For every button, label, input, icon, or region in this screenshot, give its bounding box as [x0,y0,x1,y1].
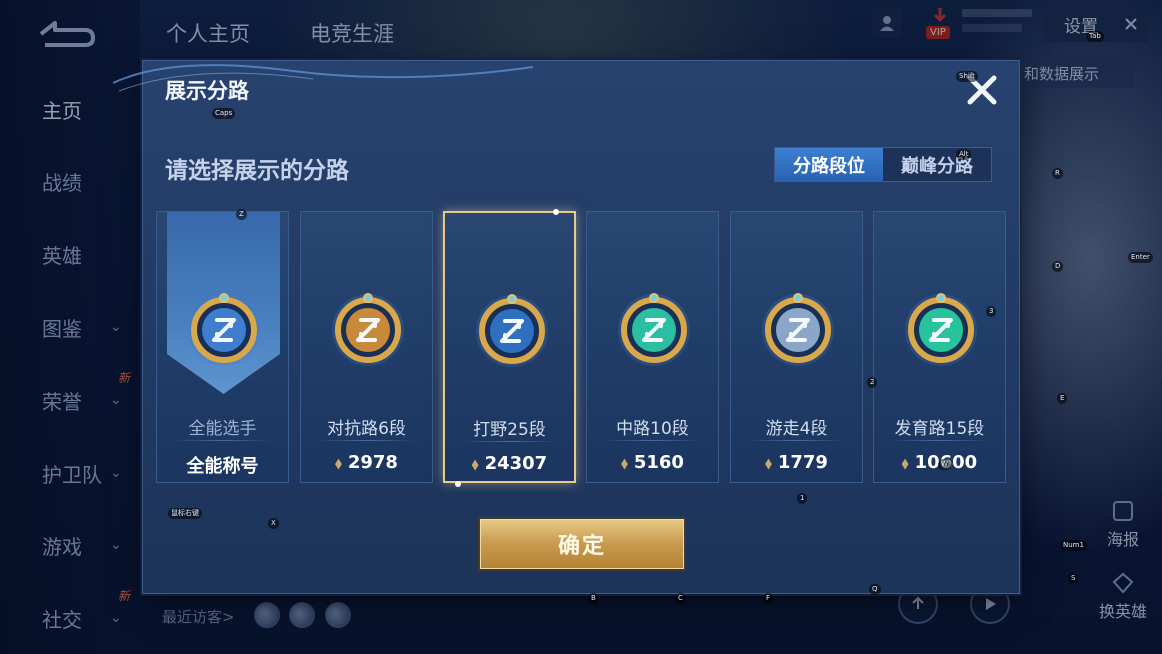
modal-title: 展示分路 [165,79,249,103]
lane-card[interactable]: 对抗路6段 ⬧ 2978 [300,211,433,483]
points-icon: ⬧ [335,453,342,472]
key-hint-r: R [1052,168,1063,179]
lane-card[interactable]: 中路10段 ⬧ 5160 [586,211,719,483]
lane-card-label: 全能选手 [188,419,257,439]
lane-card-value: 全能称号 [157,452,288,478]
lane-card-label: 打野25段 [473,420,546,440]
key-hint-b: B [588,593,599,604]
lane-card-value: ⬧ 1779 [731,452,862,473]
key-hint-z: Z [236,209,247,220]
toggle-lane-rank[interactable]: 分路段位 [775,148,883,181]
lane-card[interactable]: 游走4段 ⬧ 1779 [730,211,863,483]
lane-card-value: ⬧ 24307 [445,453,574,474]
lane-card[interactable]: 全能选手 全能称号 [156,211,289,483]
key-hint-alt: Alt [956,149,972,160]
card-divider [890,440,989,441]
confirm-button[interactable]: 确定 [480,519,684,569]
key-hint-q: Q [869,584,881,595]
lane-card-value-text: 全能称号 [186,456,259,477]
mid-lane-emblem-icon [618,293,690,366]
key-hint-x: X [268,518,279,529]
points-icon: ⬧ [901,453,909,472]
lane-display-modal: 展示分路 请选择展示的分路 分路段位 巅峰分路 全能选手 全能称号 对抗路6段 ⬧ 29… [113,60,1020,594]
key-hint-w: W [938,459,951,470]
points-icon: ⬧ [621,453,628,472]
selection-corner-dot [455,481,461,487]
lane-card-value-text: 2978 [347,452,398,473]
key-hint-tab: Tab [1086,31,1104,42]
lane-card-list: 全能选手 全能称号 对抗路6段 ⬧ 2978 打野25段 ⬧ 24307 中路10段 ⬧ 5160 游… [156,209,1008,487]
card-divider [603,440,702,441]
jungle-emblem-icon [476,294,548,367]
key-hint-caps: Caps [212,108,236,119]
card-divider [461,441,558,442]
lane-card[interactable]: 打野25段 ⬧ 24307 [443,209,576,487]
lane-card-value-text: 24307 [484,453,548,474]
lane-card-value-text: 1779 [777,452,828,473]
lane-card-label: 中路10段 [616,419,689,439]
points-icon: ⬧ [471,454,479,473]
roam-emblem-icon [762,293,834,366]
key-hint-c: C [675,593,686,604]
lane-card-value: ⬧ 5160 [587,452,718,473]
selection-corner-dot [553,209,559,215]
card-divider [317,440,416,441]
clash-lane-emblem-icon [332,293,404,366]
lane-card-label: 发育路15段 [894,419,985,439]
key-hint-shift: Shift [956,71,978,82]
points-icon: ⬧ [765,453,772,472]
farm-lane-emblem-icon [905,293,977,366]
key-hint-num1: Num1 [1060,540,1087,551]
lane-card-value: ⬧ 2978 [301,452,432,473]
key-hint-f: F [763,593,774,604]
toggle-peak-lane[interactable]: 巅峰分路 [883,148,991,181]
modal-subtitle: 请选择展示的分路 [165,158,349,184]
key-hint-mouse-right: 鼠标右键 [168,508,202,519]
lane-card-value-text: 5160 [633,452,684,473]
all-round-emblem-icon [188,293,260,366]
lane-card-label: 对抗路6段 [327,419,406,439]
card-divider [747,440,846,441]
key-hint-enter: Enter [1128,252,1153,263]
lane-card[interactable]: 发育路15段⬧10600 [873,211,1006,483]
lane-card-label: 游走4段 [765,419,828,439]
card-divider [173,440,272,441]
